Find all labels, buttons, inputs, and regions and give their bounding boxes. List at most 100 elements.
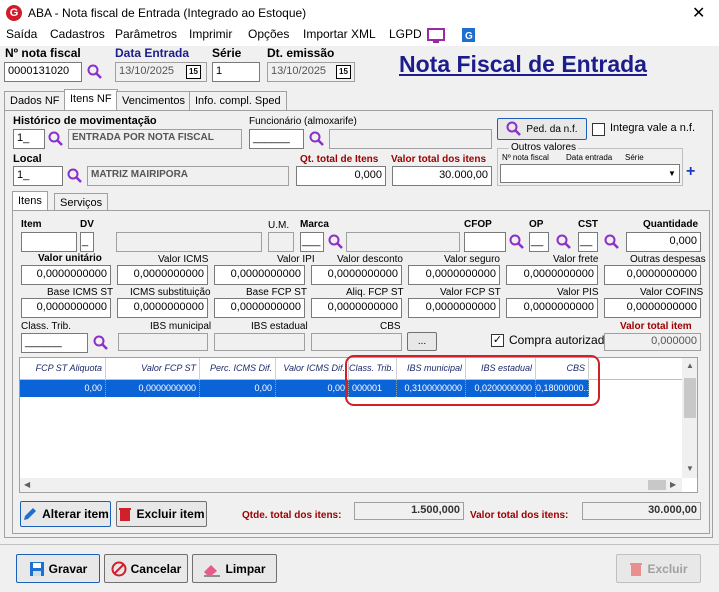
historico-code-field[interactable]: 1_: [13, 129, 45, 149]
dv-field[interactable]: _: [80, 232, 94, 252]
document-g-icon[interactable]: G: [461, 27, 476, 43]
integra-label: Integra vale a n.f.: [610, 122, 695, 134]
local-label: Local: [13, 153, 42, 165]
ped-nf-label: Ped. da n.f.: [526, 123, 578, 135]
menu-importar-xml[interactable]: Importar XML: [303, 27, 376, 41]
funcionario-field[interactable]: ______: [249, 129, 304, 149]
outros-valores-select[interactable]: [500, 164, 680, 183]
grid-col-valor-icms-dif[interactable]: Valor ICMS Dif.: [276, 358, 349, 380]
compra-autorizada-label: Compra autorizada: [509, 333, 612, 347]
tab-itens[interactable]: Itens: [12, 191, 48, 212]
nota-fiscal-field[interactable]: 0000131020: [4, 62, 82, 82]
ibs-estadual-field: [214, 333, 305, 351]
svg-text:G: G: [465, 31, 473, 42]
base-icms-st-field[interactable]: 0,0000000000: [21, 298, 111, 318]
horizontal-scrollbar[interactable]: [20, 478, 682, 492]
app-logo-icon: G: [6, 5, 22, 21]
dv-label: DV: [80, 219, 94, 230]
ibs-estadual-label: IBS estadual: [251, 321, 308, 332]
tab-info-sped[interactable]: Info. compl. Sped: [189, 91, 287, 110]
op-field[interactable]: __: [529, 232, 549, 252]
valor-fcp-st-field[interactable]: 0,0000000000: [408, 298, 500, 318]
grid-col-valor-fcp-st[interactable]: Valor FCP ST: [106, 358, 200, 380]
alterar-item-button[interactable]: Alterar item: [20, 501, 111, 527]
excluir-item-button[interactable]: Excluir item: [116, 501, 207, 527]
grid-col-fcp-st-aliquota[interactable]: FCP ST Aliquota: [20, 358, 106, 380]
menu-lgpd[interactable]: LGPD: [389, 27, 422, 41]
cst-field[interactable]: __: [578, 232, 598, 252]
valor-icms-field[interactable]: 0,0000000000: [117, 265, 208, 285]
valor-total-item-field: 0,000000: [604, 333, 701, 351]
close-icon[interactable]: ✕: [692, 3, 705, 23]
menu-cadastros[interactable]: Cadastros: [50, 27, 105, 41]
search-icon[interactable]: [509, 234, 525, 250]
menu-opcoes[interactable]: Opções: [248, 27, 289, 41]
grid-cell-perc-icms-dif: 0,00: [200, 380, 276, 397]
search-icon[interactable]: [309, 131, 325, 147]
class-trib-field[interactable]: ______: [21, 333, 88, 353]
base-fcp-st-field[interactable]: 0,0000000000: [214, 298, 305, 318]
base-fcp-st-label: Base FCP ST: [246, 287, 307, 298]
search-icon[interactable]: [556, 234, 572, 250]
search-icon[interactable]: [87, 64, 103, 80]
excluir-button[interactable]: Excluir: [616, 554, 701, 583]
grid-cell-fcp-st-aliquota: 0,00: [20, 380, 106, 397]
tab-itens-nf[interactable]: Itens NF: [64, 89, 118, 110]
tab-vencimentos[interactable]: Vencimentos: [116, 91, 191, 110]
search-icon[interactable]: [48, 131, 64, 147]
quantidade-field[interactable]: 0,000: [626, 232, 701, 252]
scroll-left-icon[interactable]: ◀: [24, 480, 30, 489]
compra-autorizada-checkbox[interactable]: ✓: [491, 334, 504, 347]
marca-desc-field: [346, 232, 460, 252]
calendar-icon[interactable]: 15: [186, 65, 201, 79]
cancelar-button[interactable]: Cancelar: [104, 554, 188, 583]
valor-icms-label: Valor ICMS: [158, 254, 209, 265]
um-label: U.M.: [268, 220, 290, 231]
outras-despesas-field[interactable]: 0,0000000000: [604, 265, 701, 285]
valor-unitario-field[interactable]: 0,0000000000: [21, 265, 111, 285]
gravar-button[interactable]: Gravar: [16, 554, 100, 583]
valor-pis-field[interactable]: 0,0000000000: [506, 298, 598, 318]
calendar-icon[interactable]: 15: [336, 65, 351, 79]
integra-checkbox[interactable]: [592, 123, 605, 136]
limpar-button[interactable]: Limpar: [192, 554, 277, 583]
scroll-down-icon[interactable]: ▼: [683, 464, 697, 473]
menu-parametros[interactable]: Parâmetros: [115, 27, 177, 41]
valor-seguro-field[interactable]: 0,0000000000: [408, 265, 500, 285]
eraser-icon: [204, 564, 221, 576]
search-icon[interactable]: [604, 234, 620, 250]
icms-substituicao-field[interactable]: 0,0000000000: [117, 298, 208, 318]
scroll-right-icon[interactable]: ▶: [670, 480, 676, 489]
valor-frete-field[interactable]: 0,0000000000: [506, 265, 598, 285]
search-icon[interactable]: [328, 234, 344, 250]
quantidade-label: Quantidade: [643, 219, 699, 230]
chevron-down-icon[interactable]: ▼: [665, 165, 679, 182]
outros-col-serie: Série: [625, 153, 644, 162]
serie-label: Série: [212, 46, 242, 60]
tab-dados-nf[interactable]: Dados NF: [4, 91, 66, 110]
valor-desconto-field[interactable]: 0,0000000000: [311, 265, 402, 285]
valor-cofins-field[interactable]: 0,0000000000: [604, 298, 701, 318]
vertical-scrollbar[interactable]: [682, 358, 697, 478]
marca-field[interactable]: ___: [300, 232, 324, 252]
grid-col-perc-icms-dif[interactable]: Perc. ICMS Dif.: [200, 358, 276, 380]
local-code-field[interactable]: 1_: [13, 166, 63, 186]
menu-saida[interactable]: Saída: [6, 27, 37, 41]
search-icon[interactable]: [67, 168, 83, 184]
ped-nf-button[interactable]: Ped. da n.f.: [497, 118, 587, 140]
search-icon[interactable]: [93, 335, 109, 351]
valor-ipi-field[interactable]: 0,0000000000: [214, 265, 305, 285]
item-field[interactable]: [21, 232, 77, 252]
scroll-up-icon[interactable]: ▲: [683, 361, 697, 370]
alterar-item-label: Alterar item: [42, 507, 109, 521]
menu-imprimir[interactable]: Imprimir: [189, 27, 232, 41]
um-field: [268, 232, 294, 252]
cfop-field[interactable]: [464, 232, 506, 252]
scrollbar-h-thumb[interactable]: [648, 480, 666, 490]
scrollbar-thumb[interactable]: [684, 378, 696, 418]
more-button[interactable]: ...: [407, 332, 437, 351]
monitor-icon[interactable]: [427, 28, 445, 44]
aliq-fcp-st-field[interactable]: 0,0000000000: [311, 298, 402, 318]
add-icon[interactable]: +: [686, 163, 695, 181]
serie-field[interactable]: 1: [212, 62, 260, 82]
